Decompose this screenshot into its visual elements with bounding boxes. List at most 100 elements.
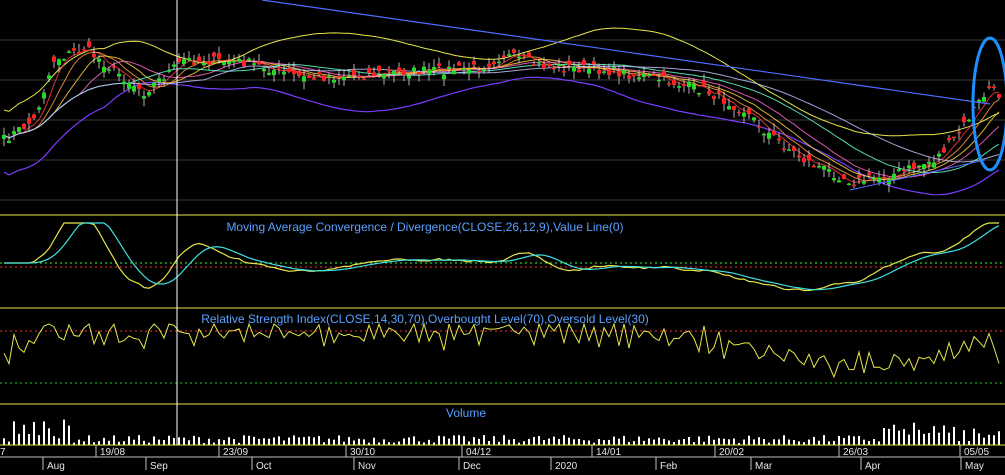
candle-body [247, 58, 251, 61]
date-label: 04/12 [466, 447, 491, 458]
volume-bar [908, 434, 910, 445]
volume-bar [863, 439, 865, 445]
volume-bar [958, 441, 960, 445]
candle-body [992, 86, 996, 88]
volume-bar [478, 438, 480, 445]
candle-body [917, 165, 921, 167]
candle-body [367, 68, 371, 74]
volume-bar [563, 435, 565, 445]
volume-bar [748, 435, 750, 445]
candle-body [322, 75, 326, 81]
candle-body [832, 178, 836, 181]
volume-bar [838, 435, 840, 445]
candle-body [637, 77, 641, 80]
volume-bar [973, 428, 975, 445]
candle-body [802, 157, 806, 163]
volume-bar [898, 430, 900, 445]
chart-stage: Moving Average Convergence / Divergence(… [0, 0, 1005, 475]
volume-bar [283, 440, 285, 445]
volume-bar [928, 433, 930, 445]
candle-body [747, 108, 751, 115]
candle-body [852, 184, 856, 187]
candle-body [42, 92, 46, 99]
volume-bar [453, 435, 455, 445]
candle-body [862, 181, 866, 184]
volume-bar [773, 439, 775, 445]
volume-bar [193, 435, 195, 445]
volume-bar [913, 422, 915, 445]
month-label: Aug [47, 461, 65, 472]
volume-bar [798, 441, 800, 445]
candle-body [2, 135, 6, 139]
volume-bar [408, 437, 410, 445]
volume-bar [893, 424, 895, 445]
volume-bar [858, 435, 860, 445]
candle-body [672, 79, 676, 85]
candle-body [382, 74, 386, 79]
volume-bar [963, 430, 965, 445]
candle-body [607, 69, 611, 76]
volume-bar [833, 440, 835, 445]
candle-body [827, 169, 831, 172]
candle-body [892, 173, 896, 179]
candle-body [822, 165, 826, 170]
candle-body [982, 96, 986, 102]
candle-body [472, 61, 476, 65]
candle-body [677, 86, 681, 88]
volume-bar [663, 438, 665, 445]
volume-bar [763, 439, 765, 445]
candle-body [502, 55, 506, 58]
volume-bar [603, 440, 605, 445]
candle-body [292, 69, 296, 74]
volume-bar [273, 437, 275, 445]
candle-body [377, 65, 381, 72]
volume-bar [558, 439, 560, 445]
candle-body [157, 78, 161, 82]
candle-body [642, 74, 646, 77]
volume-bar [938, 432, 940, 445]
candle-body [412, 67, 416, 72]
candle-body [272, 70, 276, 76]
candle-body [422, 66, 426, 72]
volume-bar [678, 439, 680, 445]
date-label: 20/02 [719, 447, 744, 458]
candle-body [37, 107, 41, 110]
volume-bar [53, 436, 55, 445]
volume-bar [718, 438, 720, 445]
candle-body [97, 58, 101, 62]
volume-bar [443, 436, 445, 445]
volume-bar [253, 436, 255, 445]
candle-body [227, 61, 231, 65]
volume-bar [883, 428, 885, 445]
candle-body [612, 66, 616, 69]
candle-body [617, 70, 621, 77]
candle-body [492, 61, 496, 65]
volume-bar [753, 439, 755, 445]
volume-bar [153, 436, 155, 445]
volume-bar [363, 439, 365, 445]
candle-body [857, 174, 861, 178]
candle-body [512, 49, 516, 53]
candle-body [457, 62, 461, 66]
candle-body [232, 60, 236, 63]
volume-bar [133, 439, 135, 445]
volume-bar [438, 435, 440, 445]
candle-body [172, 64, 176, 67]
candle-body [82, 48, 86, 51]
volume-bar [583, 440, 585, 445]
volume-bar [63, 419, 65, 445]
candle-body [497, 61, 501, 64]
volume-bar [168, 435, 170, 445]
candle-body [477, 70, 481, 73]
candle-body [577, 69, 581, 73]
volume-bar [333, 439, 335, 445]
candle-body [347, 75, 351, 77]
candle-body [252, 63, 256, 65]
candle-body [237, 58, 241, 62]
candle-body [987, 86, 991, 88]
candle-body [427, 69, 431, 75]
candle-body [372, 72, 376, 76]
candle-body [52, 56, 56, 62]
candle-body [307, 75, 311, 79]
candle-body [762, 133, 766, 136]
